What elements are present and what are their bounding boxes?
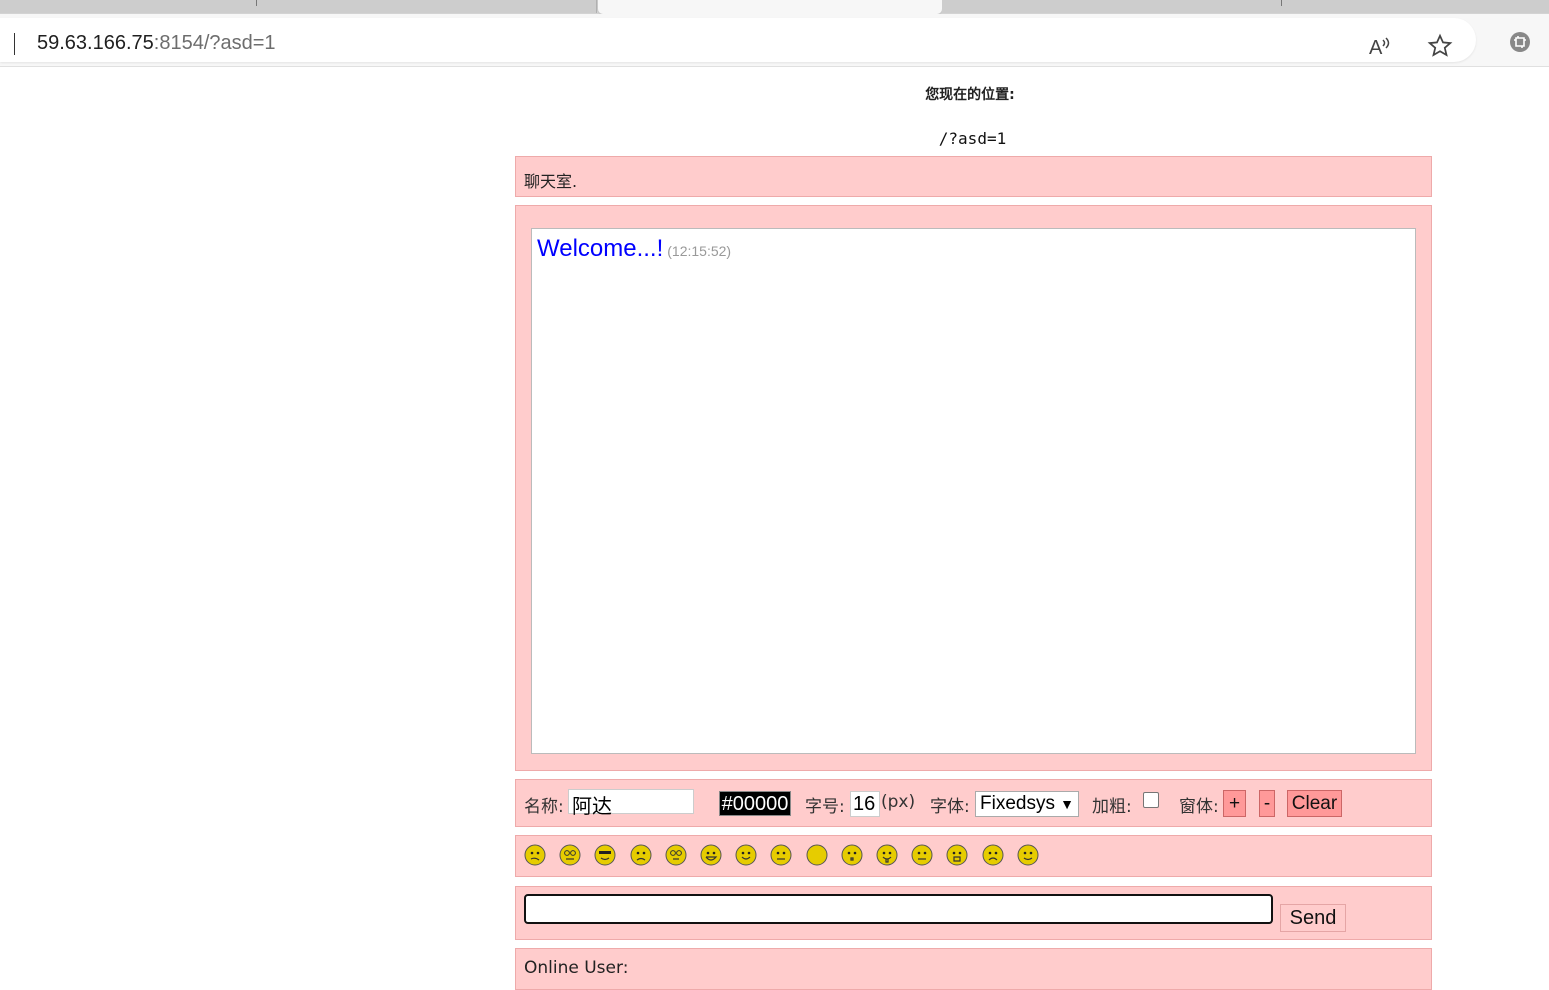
window-shrink-button[interactable]: - (1259, 790, 1275, 817)
url-field[interactable]: 59.63.166.75:8154/?asd=1 A (0, 18, 1476, 62)
url-text[interactable]: 59.63.166.75:8154/?asd=1 (37, 32, 276, 55)
room-title: 聊天室. (524, 172, 578, 191)
emoticon-neutral-icon[interactable] (911, 844, 933, 866)
font-select-value: Fixedsys (980, 793, 1055, 814)
name-input[interactable]: 阿达 (568, 789, 694, 818)
url-host: 59.63.166.75 (37, 32, 154, 54)
read-aloud-icon[interactable]: A (1366, 31, 1396, 61)
message-time: (12:15:52) (667, 243, 732, 259)
tab-1-icon (256, 0, 257, 6)
extension-icon[interactable] (1505, 27, 1535, 57)
size-label: 字号: (805, 797, 845, 817)
tab-1[interactable] (0, 0, 597, 13)
chevron-down-icon: ▼ (1060, 796, 1074, 812)
composer-panel: Send (515, 886, 1432, 940)
window-enlarge-button[interactable]: + (1223, 790, 1246, 817)
emoticon-surprised-icon[interactable] (841, 844, 863, 866)
location-label: 您现在的位置: (925, 87, 1015, 103)
send-button[interactable]: Send (1280, 904, 1346, 932)
emoticon-meh-icon[interactable] (770, 844, 792, 866)
color-picker[interactable]: #00000 (719, 791, 791, 816)
emoticon-shock-icon[interactable] (946, 844, 968, 866)
address-bar: 59.63.166.75:8154/?asd=1 A (0, 14, 1549, 67)
svg-text:A: A (1369, 37, 1383, 58)
emoticon-bar (515, 835, 1432, 877)
online-users-label: Online User: (524, 958, 629, 978)
emoticon-blank-icon[interactable] (806, 844, 828, 866)
emoticon-grin-icon[interactable] (700, 844, 722, 866)
text-caret (14, 33, 15, 55)
emoticon-sad-icon[interactable] (982, 844, 1004, 866)
url-path: :8154/?asd=1 (153, 32, 276, 54)
window-label: 窗体: (1179, 797, 1219, 817)
bold-label: 加粗: (1092, 797, 1132, 817)
chat-message: Welcome...! (12:15:52) (537, 235, 731, 263)
font-select[interactable]: Fixedsys ▼ (975, 791, 1079, 817)
size-input[interactable]: 16 (850, 791, 880, 817)
favorite-star-icon[interactable] (1425, 31, 1455, 61)
emoticon-eye-roll-icon[interactable] (665, 844, 687, 866)
emoticon-smile-icon[interactable] (735, 844, 757, 866)
tab-3-icon (1281, 0, 1282, 6)
clear-button[interactable]: Clear (1287, 790, 1342, 817)
controls-panel: 名称: 阿达 #00000 字号: 16 (px) 字体: Fixedsys ▼ … (515, 779, 1432, 827)
location-path: /?asd=1 (938, 129, 1007, 148)
font-label: 字体: (930, 797, 970, 817)
emoticon-tongue-icon[interactable] (876, 844, 898, 866)
message-text: Welcome...! (537, 235, 664, 262)
tab-3[interactable] (942, 0, 1549, 13)
chat-panel: Welcome...! (12:15:52) (515, 205, 1432, 771)
name-label: 名称: (524, 797, 564, 817)
emoticon-angry-icon[interactable] (630, 844, 652, 866)
size-unit: (px) (881, 792, 916, 812)
chat-log[interactable]: Welcome...! (12:15:52) (531, 228, 1416, 754)
bold-checkbox[interactable] (1143, 792, 1159, 808)
tab-active[interactable] (597, 0, 943, 15)
message-input[interactable] (524, 894, 1273, 924)
emoticon-cool-icon[interactable] (594, 844, 616, 866)
emoticon-confused-icon[interactable] (524, 844, 546, 866)
tab-strip (0, 0, 1549, 15)
emoticon-wink-icon[interactable] (1017, 844, 1039, 866)
emoticon-nerd-icon[interactable] (559, 844, 581, 866)
room-title-panel: 聊天室. (515, 156, 1432, 197)
online-users-panel: Online User: (515, 948, 1432, 990)
